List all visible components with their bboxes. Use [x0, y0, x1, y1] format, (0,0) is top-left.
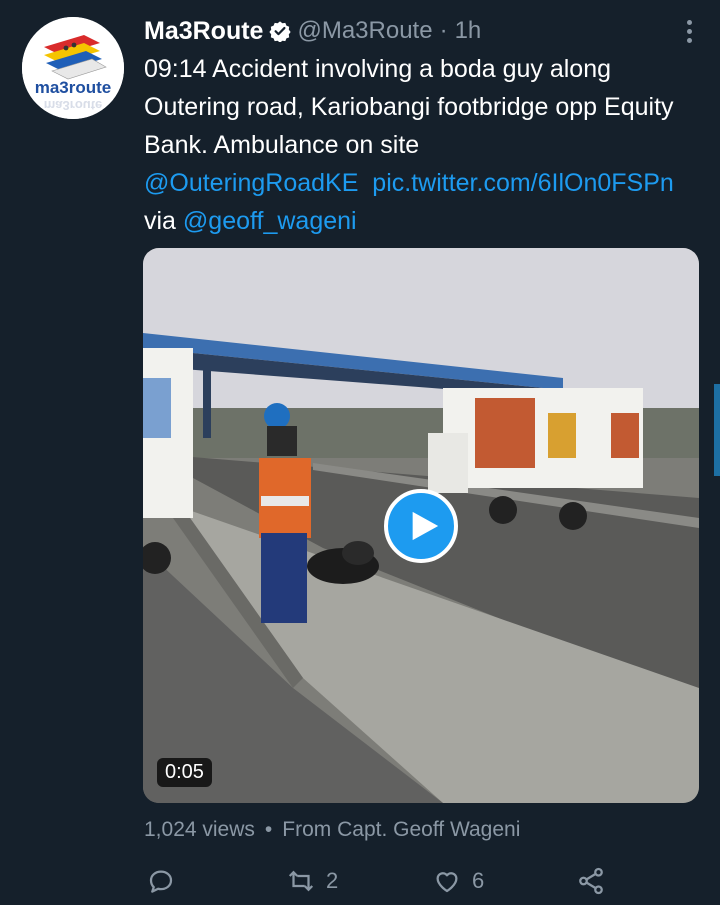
video-duration: 0:05: [157, 758, 212, 787]
reply-button[interactable]: [146, 866, 186, 896]
like-button[interactable]: 6: [432, 866, 484, 896]
reply-icon: [149, 870, 173, 893]
share-icon: [579, 867, 603, 895]
view-count: 1,024 views: [144, 818, 255, 841]
more-options-icon[interactable]: [678, 16, 700, 46]
mention-outeringroadke[interactable]: @OuteringRoadKE: [144, 169, 358, 197]
ma3route-logo: ma3route ma3route: [22, 17, 124, 119]
tweet-body: 09:14 Accident involving a boda guy alon…: [144, 55, 674, 159]
svg-text:ma3route: ma3route: [35, 78, 112, 97]
play-button[interactable]: [384, 489, 458, 563]
retweet-count: 2: [326, 868, 339, 893]
mention-geoff-wageni[interactable]: @geoff_wageni: [183, 207, 357, 235]
via-label: via: [144, 207, 176, 235]
source-attribution[interactable]: From Capt. Geoff Wageni: [282, 818, 520, 841]
author-handle[interactable]: @Ma3Route: [297, 17, 432, 45]
author-name[interactable]: Ma3Route: [144, 17, 263, 46]
tweet-meta: 1,024 views • From Capt. Geoff Wageni: [144, 818, 520, 842]
verified-badge-icon: [269, 21, 292, 42]
video-player[interactable]: 0:05: [143, 248, 699, 803]
tweet-timestamp[interactable]: 1h: [455, 17, 482, 45]
scrollbar[interactable]: [714, 384, 720, 476]
avatar[interactable]: ma3route ma3route: [22, 17, 124, 119]
like-count: 6: [472, 868, 485, 893]
pic-link[interactable]: pic.twitter.com/6IlOn0FSPn: [372, 169, 674, 197]
tweet-text: 09:14 Accident involving a boda guy alon…: [144, 50, 704, 240]
svg-text:ma3route: ma3route: [44, 98, 103, 113]
share-button[interactable]: [576, 866, 606, 896]
heart-icon: [436, 872, 458, 893]
meta-dot: •: [264, 818, 273, 841]
header-separator: ·: [439, 17, 448, 44]
retweet-button[interactable]: 2: [286, 866, 338, 896]
retweet-icon: [288, 870, 314, 892]
tweet-header: Ma3Route @Ma3Route · 1h: [144, 14, 700, 48]
play-icon: [412, 511, 439, 541]
tweet-actions: 2 6: [144, 866, 614, 904]
